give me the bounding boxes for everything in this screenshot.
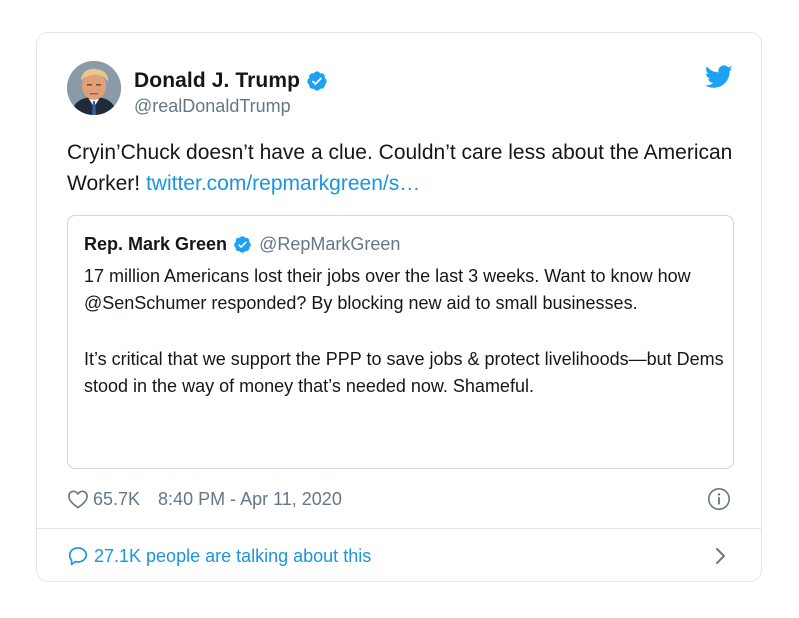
quoted-paragraph-2: It’s critical that we support the PPP to… — [84, 349, 724, 396]
like-count[interactable]: 65.7K — [93, 489, 140, 510]
verified-badge-icon — [307, 71, 327, 91]
tweet-card: Donald J. Trump @realDonaldTrump Cryin’C… — [36, 32, 762, 582]
author-block: Donald J. Trump @realDonaldTrump — [134, 68, 328, 117]
tweet-text: Cryin’Chuck doesn’t have a clue. Couldn’… — [67, 137, 737, 199]
quoted-author-handle: @RepMarkGreen — [259, 233, 401, 254]
verified-badge-icon — [234, 235, 251, 253]
divider — [37, 528, 761, 529]
conversation-text[interactable]: 27.1K people are talking about this — [94, 546, 371, 567]
conversation-link[interactable]: 27.1K people are talking about this — [67, 542, 731, 570]
quoted-tweet-body: 17 million Americans lost their jobs ove… — [84, 263, 724, 400]
avatar[interactable] — [67, 61, 121, 115]
heart-icon[interactable] — [67, 489, 89, 509]
quoted-tweet[interactable]: Rep. Mark Green @RepMarkGreen 17 million… — [67, 215, 734, 469]
author-display-name[interactable]: Donald J. Trump — [134, 69, 300, 93]
chevron-right-icon[interactable] — [713, 546, 727, 566]
speech-bubble-icon — [68, 547, 88, 566]
tweet-link[interactable]: twitter.com/repmarkgreen/s… — [146, 172, 420, 195]
quoted-tweet-header: Rep. Mark Green @RepMarkGreen — [84, 232, 400, 256]
tweet-header: Donald J. Trump @realDonaldTrump — [67, 61, 733, 121]
tweet-timestamp[interactable]: 8:40 PM - Apr 11, 2020 — [158, 489, 342, 510]
author-handle[interactable]: @realDonaldTrump — [134, 96, 328, 117]
quoted-author-name: Rep. Mark Green — [84, 233, 228, 254]
twitter-bird-icon[interactable] — [705, 65, 733, 89]
quoted-paragraph-1: 17 million Americans lost their jobs ove… — [84, 266, 691, 313]
tweet-meta: 65.7K 8:40 PM - Apr 11, 2020 — [67, 485, 731, 513]
name-row: Donald J. Trump — [134, 68, 328, 94]
info-icon[interactable] — [707, 487, 731, 511]
